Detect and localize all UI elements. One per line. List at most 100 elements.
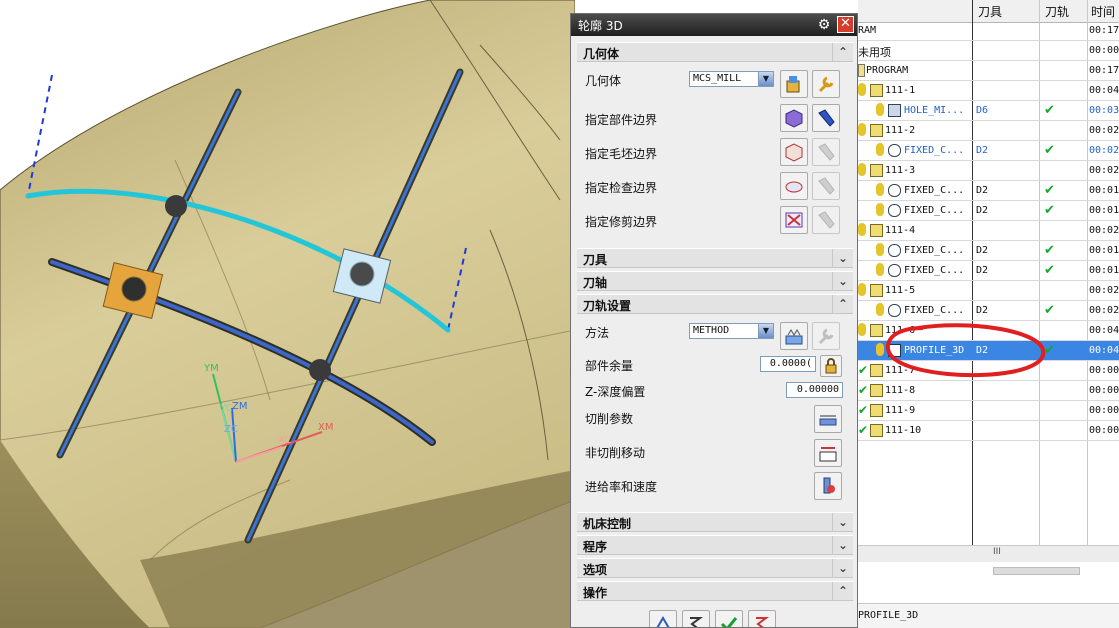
feeds-speeds-label: 进给率和速度 bbox=[585, 480, 658, 494]
list-button[interactable] bbox=[748, 610, 776, 627]
section-program-header[interactable]: 程序 ⌄ bbox=[577, 535, 853, 555]
graphics-viewport[interactable]: YM YC ZM ZC XM XC bbox=[0, 0, 575, 628]
tree-row-name: FIXED_C... bbox=[904, 265, 965, 276]
feeds-and-speeds-button[interactable] bbox=[814, 472, 842, 500]
wrench-icon bbox=[818, 328, 834, 345]
display-part-boundary-button[interactable] bbox=[812, 104, 840, 132]
chevron-up-icon[interactable]: ⌃ bbox=[832, 43, 853, 62]
check-icon: ✔ bbox=[1044, 203, 1055, 218]
column-header-tool[interactable]: 刀具 bbox=[978, 3, 1002, 20]
tree-row-time: 00:04 bbox=[1089, 85, 1119, 96]
scroll-grip[interactable]: III bbox=[993, 547, 1001, 557]
dialog-title-bar[interactable]: 轮廓 3D ⚙ ✕ bbox=[571, 14, 857, 36]
chevron-down-icon[interactable]: ⌄ bbox=[832, 272, 853, 291]
list-icon bbox=[756, 617, 769, 627]
tree-row[interactable]: FIXED_C... D2 ✔ 00:01 bbox=[858, 201, 1119, 221]
column-header-time[interactable]: 时间 bbox=[1091, 3, 1115, 20]
section-tool-axis-header[interactable]: 刀轴 ⌄ bbox=[577, 271, 853, 291]
tree-row[interactable]: 111-5 00:02 bbox=[858, 281, 1119, 301]
new-method-button[interactable] bbox=[780, 322, 808, 350]
tree-row[interactable]: 111-3 00:02 bbox=[858, 161, 1119, 181]
column-header-path[interactable]: 刀轨 bbox=[1045, 3, 1069, 20]
new-geometry-button[interactable] bbox=[780, 70, 808, 98]
tree-row[interactable]: FIXED_C... D2 ✔ 00:02 bbox=[858, 141, 1119, 161]
fixed-contour-icon bbox=[888, 184, 901, 197]
geometry-select[interactable]: MCS_MILL bbox=[689, 71, 765, 87]
chevron-down-icon[interactable]: ⌄ bbox=[832, 513, 853, 532]
axis-label-zc: ZC bbox=[224, 424, 238, 435]
chevron-down-icon[interactable]: ⌄ bbox=[832, 536, 853, 555]
section-actions-header[interactable]: 操作 ⌃ bbox=[577, 581, 853, 601]
tree-row-time: 00:01 bbox=[1089, 245, 1119, 256]
check-boundary-icon bbox=[785, 181, 803, 193]
folder-icon bbox=[870, 124, 883, 137]
chevron-up-icon[interactable]: ⌃ bbox=[832, 582, 853, 601]
tree-row[interactable]: FIXED_C... D2 ✔ 00:01 bbox=[858, 261, 1119, 281]
display-check-boundary-button[interactable] bbox=[812, 172, 840, 200]
tree-row[interactable]: ✔ 111-10 00:00 bbox=[858, 421, 1119, 441]
blank-boundary-label: 指定毛坯边界 bbox=[585, 147, 658, 161]
axis-label-xm: XM bbox=[318, 422, 333, 433]
section-tool-header[interactable]: 刀具 ⌄ bbox=[577, 248, 853, 268]
check-icon: ✔ bbox=[858, 423, 869, 437]
chevron-up-icon[interactable]: ⌃ bbox=[832, 295, 853, 314]
flashlight-icon bbox=[818, 143, 835, 161]
tree-row[interactable]: FIXED_C... D2 ✔ 00:01 bbox=[858, 241, 1119, 261]
tree-row[interactable]: 111-1 00:04 bbox=[858, 81, 1119, 101]
select-trim-boundary-button[interactable] bbox=[780, 206, 808, 234]
bulb-icon bbox=[858, 83, 866, 96]
edit-method-button[interactable] bbox=[812, 322, 840, 350]
tree-row-name: FIXED_C... bbox=[904, 145, 965, 156]
generate-button[interactable] bbox=[649, 610, 677, 627]
section-geometry-header[interactable]: 几何体 ⌃ bbox=[577, 42, 853, 62]
flashlight-icon bbox=[818, 177, 835, 195]
tree-row[interactable]: ✔ 111-8 00:00 bbox=[858, 381, 1119, 401]
chevron-down-icon[interactable]: ▼ bbox=[758, 323, 774, 339]
edit-geometry-button[interactable] bbox=[812, 70, 840, 98]
operation-navigator: 名称 刀具 刀轨 时间 RAM 00:17 未用项 00:00 PROGRAM 00:… bbox=[858, 0, 1119, 628]
section-options-header[interactable]: 选项 ⌄ bbox=[577, 558, 853, 578]
tree-row-time: 00:02 bbox=[1089, 165, 1119, 176]
tree-row[interactable]: PROGRAM 00:17 bbox=[858, 61, 1119, 81]
display-blank-boundary-button[interactable] bbox=[812, 138, 840, 166]
bulb-icon bbox=[858, 283, 866, 296]
tree-row[interactable]: 111-2 00:02 bbox=[858, 121, 1119, 141]
display-trim-boundary-button[interactable] bbox=[812, 206, 840, 234]
tree-row[interactable]: RAM 00:17 bbox=[858, 21, 1119, 41]
section-path-settings-header[interactable]: 刀轨设置 ⌃ bbox=[577, 294, 853, 314]
tree-row[interactable]: FIXED_C... D2 ✔ 00:01 bbox=[858, 181, 1119, 201]
chevron-down-icon[interactable]: ⌄ bbox=[832, 249, 853, 268]
scroll-thumb[interactable] bbox=[993, 567, 1080, 575]
tree-row[interactable]: 111-4 00:02 bbox=[858, 221, 1119, 241]
close-icon[interactable]: ✕ bbox=[837, 16, 854, 33]
chevron-down-icon[interactable]: ▼ bbox=[758, 71, 774, 87]
select-blank-boundary-button[interactable] bbox=[780, 138, 808, 166]
tree-row-name: FIXED_C... bbox=[904, 245, 965, 256]
horizontal-scrollbar[interactable]: III bbox=[858, 545, 1119, 562]
folder-icon bbox=[870, 284, 883, 297]
non-cutting-moves-button[interactable] bbox=[814, 439, 842, 467]
tree-row[interactable]: ✔ 111-9 00:00 bbox=[858, 401, 1119, 421]
cutting-parameters-button[interactable] bbox=[814, 405, 842, 433]
axis-label-ym: YM bbox=[203, 363, 219, 374]
new-method-icon bbox=[785, 329, 803, 345]
replay-button[interactable] bbox=[682, 610, 710, 627]
part-model[interactable]: YM YC ZM ZC XM XC bbox=[0, 0, 575, 628]
chevron-down-icon[interactable]: ⌄ bbox=[832, 559, 853, 578]
gear-icon[interactable]: ⚙ bbox=[816, 17, 832, 33]
tree-row-time: 00:01 bbox=[1089, 205, 1119, 216]
wrench-icon bbox=[818, 76, 834, 93]
section-machine-control-header[interactable]: 机床控制 ⌄ bbox=[577, 512, 853, 532]
tree-row[interactable]: FIXED_C... D2 ✔ 00:02 bbox=[858, 301, 1119, 321]
tree-row[interactable]: HOLE_MI... D6 ✔ 00:03 bbox=[858, 101, 1119, 121]
select-part-boundary-button[interactable] bbox=[780, 104, 808, 132]
select-check-boundary-button[interactable] bbox=[780, 172, 808, 200]
tree-row-name: 111-8 bbox=[885, 385, 916, 396]
verify-button[interactable] bbox=[715, 610, 743, 627]
check-icon: ✔ bbox=[858, 403, 869, 417]
stock-input[interactable]: 0.0000( bbox=[760, 356, 816, 372]
z-offset-input[interactable]: 0.00000 bbox=[786, 382, 843, 398]
tree-row[interactable]: 未用项 00:00 bbox=[858, 41, 1119, 61]
lock-button[interactable] bbox=[820, 355, 842, 377]
method-select[interactable]: METHOD bbox=[689, 323, 765, 339]
